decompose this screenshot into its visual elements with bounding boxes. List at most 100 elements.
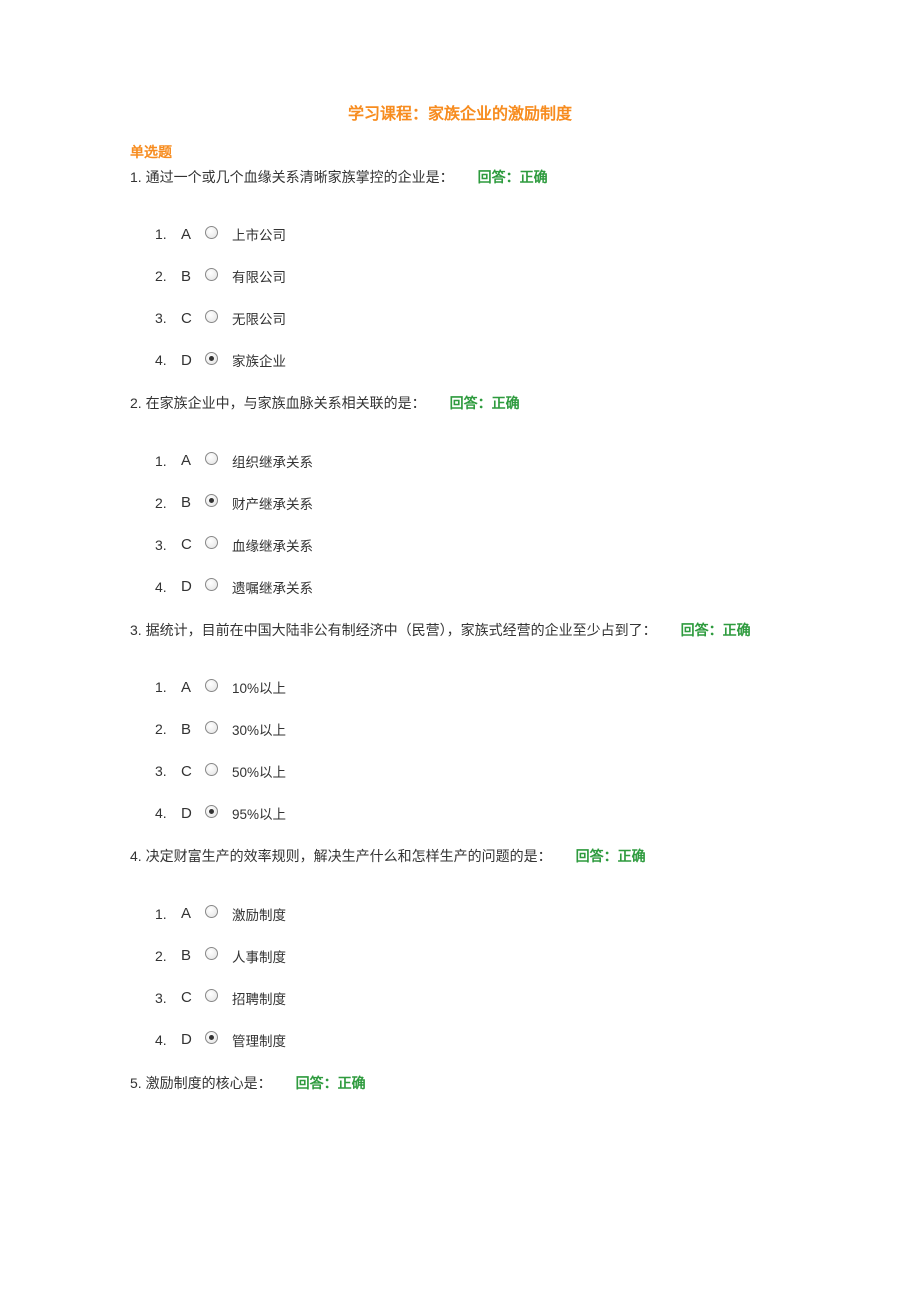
option-letter: A	[181, 679, 203, 696]
option-number: 3.	[155, 763, 181, 779]
radio-button[interactable]	[205, 226, 218, 239]
radio-button[interactable]	[205, 1031, 218, 1044]
option-letter: A	[181, 226, 203, 243]
section-heading: 单选题	[130, 142, 790, 162]
option-letter: B	[181, 494, 203, 511]
option-label: 30%以上	[232, 719, 286, 739]
radio-button[interactable]	[205, 268, 218, 281]
radio-dot-icon	[209, 356, 214, 361]
radio-button[interactable]	[205, 452, 218, 465]
option-letter: D	[181, 578, 203, 595]
option-row: 3.C 血缘继承关系	[155, 535, 790, 555]
option-number: 4.	[155, 1032, 181, 1048]
question-text: 1. 通过一个或几个血缘关系清晰家族掌控的企业是：	[130, 169, 454, 185]
radio-button[interactable]	[205, 905, 218, 918]
option-row: 4.D 家族企业	[155, 350, 790, 370]
option-letter: D	[181, 1031, 203, 1048]
option-label: 有限公司	[232, 266, 286, 286]
option-number: 3.	[155, 537, 181, 553]
radio-dot-icon	[209, 809, 214, 814]
option-letter: B	[181, 721, 203, 738]
option-row: 2.B 有限公司	[155, 266, 790, 286]
radio-button[interactable]	[205, 805, 218, 818]
option-letter: C	[181, 763, 203, 780]
option-row: 4.D 管理制度	[155, 1030, 790, 1050]
option-number: 4.	[155, 352, 181, 368]
option-number: 3.	[155, 990, 181, 1006]
option-number: 4.	[155, 579, 181, 595]
option-letter: D	[181, 352, 203, 369]
question-block: 4. 决定财富生产的效率规则，解决生产什么和怎样生产的问题的是： 回答：正确 1.A…	[130, 845, 790, 1049]
radio-button[interactable]	[205, 679, 218, 692]
radio-button[interactable]	[205, 989, 218, 1002]
radio-dot-icon	[209, 1035, 214, 1040]
option-label: 人事制度	[232, 946, 286, 966]
answer-feedback: 回答：正确	[576, 848, 646, 864]
radio-button[interactable]	[205, 310, 218, 323]
option-label: 财产继承关系	[232, 493, 313, 513]
option-label: 血缘继承关系	[232, 535, 313, 555]
questions-container: 1. 通过一个或几个血缘关系清晰家族掌控的企业是：回答：正确1.A上市公司2.B…	[130, 166, 790, 1094]
radio-button[interactable]	[205, 352, 218, 365]
question-text-line: 2. 在家族企业中，与家族血脉关系相关联的是： 回答：正确	[130, 392, 790, 414]
answer-feedback: 回答：正确	[296, 1075, 366, 1091]
radio-dot-icon	[209, 498, 214, 503]
option-label: 家族企业	[232, 350, 286, 370]
options-list: 1.A激励制度2.B人事制度3.C招聘制度4.D管理制度	[130, 904, 790, 1050]
option-number: 2.	[155, 268, 181, 284]
answer-feedback: 回答：正确	[681, 622, 751, 638]
question-text-line: 5. 激励制度的核心是： 回答：正确	[130, 1072, 790, 1094]
option-number: 2.	[155, 495, 181, 511]
radio-button[interactable]	[205, 947, 218, 960]
radio-button[interactable]	[205, 721, 218, 734]
option-row: 1.A10%以上	[155, 677, 790, 697]
answer-feedback: 回答：正确	[450, 395, 520, 411]
question-text: 2. 在家族企业中，与家族血脉关系相关联的是：	[130, 395, 426, 411]
options-list: 1.A组织继承关系2.B财产继承关系3.C血缘继承关系4.D遗嘱继承关系	[130, 451, 790, 597]
option-row: 2.B 财产继承关系	[155, 493, 790, 513]
option-label: 招聘制度	[232, 988, 286, 1008]
option-number: 4.	[155, 805, 181, 821]
option-label: 管理制度	[232, 1030, 286, 1050]
option-label: 遗嘱继承关系	[232, 577, 313, 597]
option-row: 3.C 50%以上	[155, 761, 790, 781]
answer-feedback: 回答：正确	[478, 169, 548, 185]
option-letter: D	[181, 805, 203, 822]
option-number: 1.	[155, 906, 181, 922]
option-letter: C	[181, 310, 203, 327]
option-number: 2.	[155, 721, 181, 737]
option-number: 3.	[155, 310, 181, 326]
option-row: 3.C 招聘制度	[155, 988, 790, 1008]
question-text: 3. 据统计，目前在中国大陆非公有制经济中（民营），家族式经营的企业至少占到了：	[130, 622, 657, 638]
question-text-line: 3. 据统计，目前在中国大陆非公有制经济中（民营），家族式经营的企业至少占到了：…	[130, 619, 790, 641]
option-row: 1.A 激励制度	[155, 904, 790, 924]
option-label: 激励制度	[232, 904, 286, 924]
option-letter: C	[181, 989, 203, 1006]
option-row: 2.B 30%以上	[155, 719, 790, 739]
option-number: 1.	[155, 453, 181, 469]
option-number: 1.	[155, 226, 181, 242]
option-letter: C	[181, 536, 203, 553]
option-letter: A	[181, 905, 203, 922]
radio-button[interactable]	[205, 578, 218, 591]
option-row: 4.D95%以上	[155, 803, 790, 823]
options-list: 1.A10%以上2.B30%以上3.C50%以上4.D95%以上	[130, 677, 790, 823]
page-title: 学习课程：家族企业的激励制度	[130, 100, 790, 124]
question-block: 2. 在家族企业中，与家族血脉关系相关联的是：回答：正确1.A组织继承关系2.B…	[130, 392, 790, 596]
option-row: 4.D 遗嘱继承关系	[155, 577, 790, 597]
question-text: 5. 激励制度的核心是：	[130, 1075, 272, 1091]
question-text-line: 4. 决定财富生产的效率规则，解决生产什么和怎样生产的问题的是： 回答：正确	[130, 845, 790, 867]
options-list: 1.A上市公司2.B有限公司3.C无限公司4.D家族企业	[130, 224, 790, 370]
option-row: 1.A 上市公司	[155, 224, 790, 244]
question-block: 1. 通过一个或几个血缘关系清晰家族掌控的企业是： 回答：正确 1.A 上市公司 2.B…	[130, 166, 790, 370]
option-number: 2.	[155, 948, 181, 964]
radio-button[interactable]	[205, 763, 218, 776]
question-text: 4. 决定财富生产的效率规则，解决生产什么和怎样生产的问题的是：	[130, 848, 552, 864]
option-label: 10%以上	[232, 677, 286, 697]
option-letter: B	[181, 268, 203, 285]
radio-button[interactable]	[205, 494, 218, 507]
radio-button[interactable]	[205, 536, 218, 549]
option-letter: A	[181, 452, 203, 469]
option-label: 上市公司	[232, 224, 286, 244]
option-label: 50%以上	[232, 761, 286, 781]
